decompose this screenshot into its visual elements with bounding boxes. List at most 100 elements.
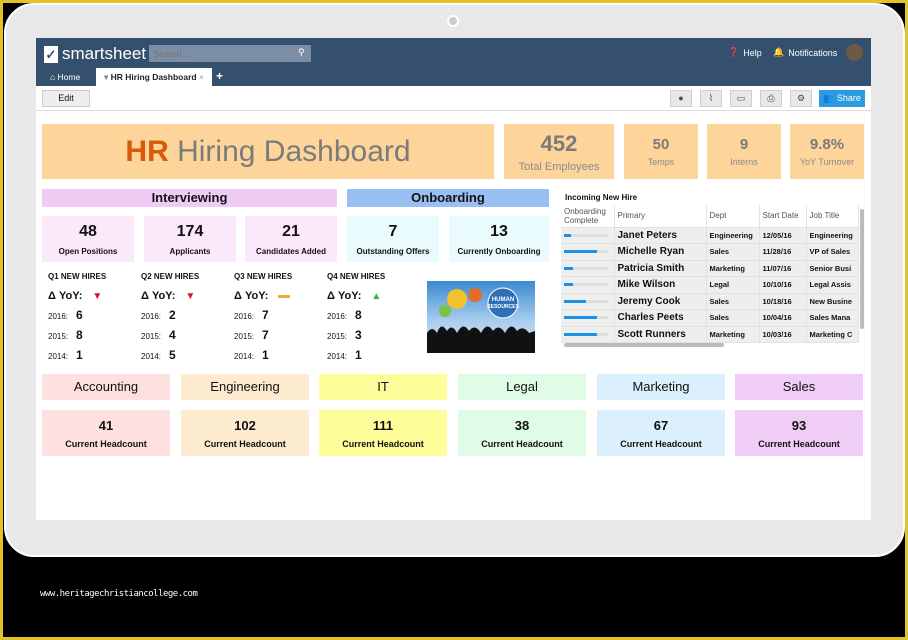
report-title: Incoming New Hire (565, 193, 638, 202)
trend-down-icon: ▼ (185, 290, 196, 302)
department-header: Marketing (597, 374, 725, 400)
table-row[interactable]: Patricia Smith Marketing 11/07/16 Senior Bu… (561, 260, 859, 277)
kpi-label: Total Employees (518, 160, 600, 173)
progress-bar (564, 250, 608, 254)
settings-icon[interactable]: ⚙ (790, 90, 812, 107)
column-header[interactable]: Job Title (806, 205, 859, 228)
presentation-icon[interactable]: ▭ (730, 90, 752, 107)
avatar[interactable] (846, 44, 863, 61)
trend-flat-icon (278, 294, 291, 298)
add-tab-icon[interactable]: + (208, 68, 231, 86)
camera (447, 15, 459, 27)
tab-home[interactable]: ⌂ Home (42, 68, 88, 86)
column-header[interactable]: Primary (614, 205, 707, 228)
stat-card: 13 Currently Onboarding (449, 216, 549, 262)
print-icon[interactable]: ⎙ (760, 90, 782, 107)
search-input[interactable] (149, 45, 311, 62)
activity-icon[interactable]: ⌇ (700, 90, 722, 107)
search-icon[interactable]: ⚲ (298, 47, 305, 58)
table-row[interactable]: Charles Peets Sales 10/04/16 Sales Mana (561, 309, 859, 327)
notifications-label: Notifications (788, 47, 838, 58)
year-value: 8 (355, 308, 362, 322)
cell-start-date: 12/05/16 (759, 227, 807, 244)
cell-primary: Mike Wilson (614, 276, 707, 294)
tab-hr-hiring-dashboard[interactable]: ▾ HR Hiring Dashboard × (96, 68, 212, 86)
trend-down-icon: ▼ (92, 290, 103, 302)
yoy-label: Δ YoY: (141, 290, 176, 302)
headcount-card: 41 Current Headcount (42, 410, 170, 456)
stat-card: 7 Outstanding Offers (347, 216, 439, 262)
cell-start-date: 10/18/16 (759, 293, 807, 310)
help-link[interactable]: ❓ Help (728, 47, 762, 58)
cell-dept: Sales (706, 309, 760, 327)
year-value: 5 (169, 348, 176, 362)
year-label: 2014: (48, 352, 69, 361)
year-value: 8 (76, 328, 83, 342)
trend-up-icon: ▲ (371, 290, 382, 302)
year-label: 2015: (48, 332, 69, 341)
headcount-label: Current Headcount (758, 438, 840, 449)
headcount-value: 102 (234, 417, 256, 433)
kpi-yoy-turnover: 9.8% YoY Turnover (790, 124, 864, 179)
headcount-value: 67 (653, 417, 669, 433)
headcount-label: Current Headcount (481, 438, 563, 449)
headcount-label: Current Headcount (65, 438, 147, 449)
cell-start-date: 10/04/16 (759, 309, 807, 327)
department-header: Engineering (181, 374, 309, 400)
kpi-value: 50 (652, 136, 670, 153)
human-resources-image: HUMAN RESOURCES (427, 281, 535, 353)
globe-icon[interactable]: ● (670, 90, 692, 107)
cell-start-date: 10/10/16 (759, 276, 807, 294)
table-row[interactable]: Larry BrownEngineering08/15/16Specialist… (561, 342, 859, 343)
quarter-title: Q4 NEW HIRES (327, 272, 386, 281)
year-value: 2 (169, 308, 176, 322)
bell-icon: 🔔 (773, 47, 785, 57)
cell-primary: Michelle Ryan (614, 243, 707, 261)
column-header[interactable]: Start Date (759, 205, 807, 228)
cell-dept: Sales (706, 243, 760, 261)
cell-primary: Larry Brown (614, 342, 707, 343)
year-label: 2016: (48, 312, 69, 321)
table-row[interactable]: Scott Runners Marketing 10/03/16 Marketing … (561, 326, 859, 343)
cell-dept: Engineering (706, 342, 760, 343)
logo-check-icon: ✓ (44, 45, 58, 63)
logo[interactable]: ✓ smartsheet (44, 44, 146, 64)
section-interviewing: Interviewing (42, 189, 337, 207)
year-label: 2015: (141, 332, 162, 341)
edit-button[interactable]: Edit (42, 90, 90, 107)
page-title: HR Hiring Dashboard (42, 124, 494, 179)
cell-job-title: VP of Sales (806, 243, 859, 261)
year-label: 2016: (327, 312, 348, 321)
year-label: 2016: (234, 312, 255, 321)
headcount-card: 38 Current Headcount (458, 410, 586, 456)
kpi-value: 9.8% (809, 136, 845, 153)
vertical-scrollbar[interactable] (860, 209, 864, 329)
close-icon[interactable]: × (197, 72, 204, 82)
stat-value: 48 (79, 222, 97, 240)
table-row[interactable]: Mike Wilson Legal 10/10/16 Legal Assis (561, 276, 859, 294)
yoy-label: Δ YoY: (327, 290, 362, 302)
column-header[interactable]: Dept (706, 205, 760, 228)
progress-bar (564, 266, 608, 270)
kpi-interns: 9 Interns (707, 124, 781, 179)
watermark: www.heritagechristiancollege.com (40, 589, 198, 599)
new-hire-table: Onboarding Complete Primary Dept Start Date… (561, 205, 859, 343)
year-label: 2015: (234, 332, 255, 341)
column-header[interactable]: Onboarding Complete (561, 205, 615, 228)
table-row[interactable]: Janet Peters Engineering 12/05/16 Engineeri… (561, 227, 859, 244)
year-value: 1 (262, 348, 269, 362)
table-row[interactable]: Jeremy Cook Sales 10/18/16 New Busine (561, 293, 859, 310)
share-button[interactable]: 👥 Share (819, 90, 865, 107)
hr-illustration: HUMAN RESOURCES (427, 287, 535, 353)
screen: ✓smartsheet ⚲ ❓Help 🔔Notifications ⌂ Hom… (36, 38, 871, 520)
table-row[interactable]: Michelle Ryan Sales 11/28/16 VP of Sales (561, 243, 859, 261)
title-hr: HR (125, 134, 169, 168)
headcount-value: 111 (372, 417, 394, 433)
tab-label: HR Hiring Dashboard (110, 72, 197, 82)
progress-bar (564, 316, 608, 320)
horizontal-scrollbar[interactable] (564, 343, 724, 347)
stat-label: Open Positions (58, 246, 118, 256)
notifications-link[interactable]: 🔔 Notifications (773, 47, 837, 58)
headcount-value: 38 (514, 417, 530, 433)
year-label: 2016: (141, 312, 162, 321)
